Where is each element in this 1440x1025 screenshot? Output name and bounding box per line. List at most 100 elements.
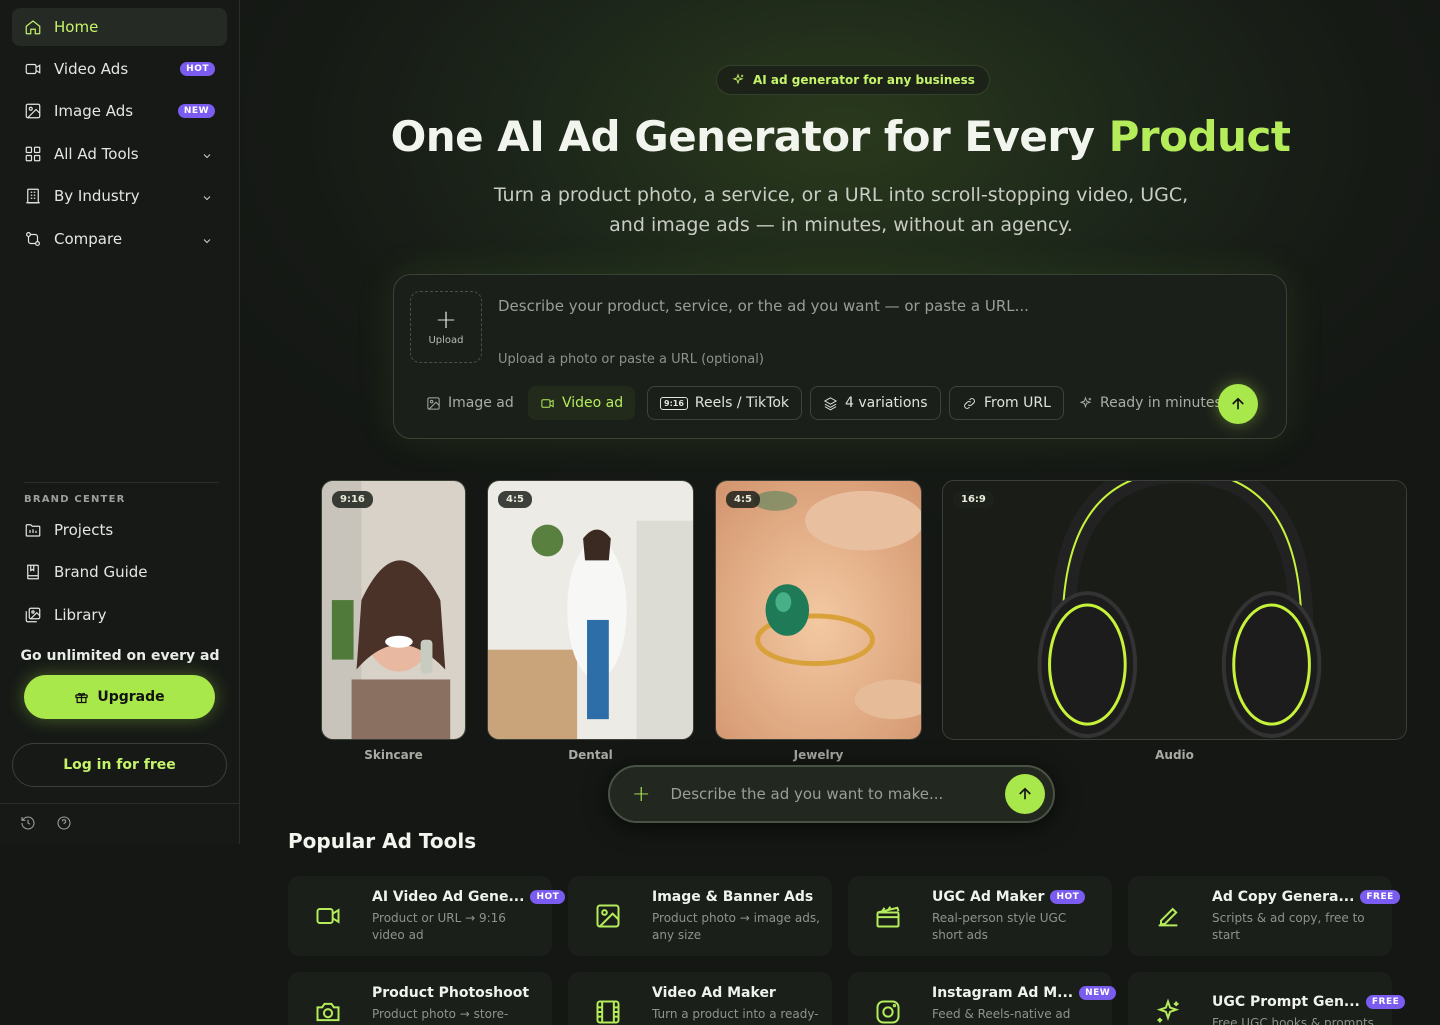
nav-brand-guide[interactable]: Brand Guide: [12, 553, 227, 591]
tool-card[interactable]: Ad Copy Genera... FREE Scripts & ad copy,…: [1128, 876, 1400, 956]
popular-tools-heading: Popular Ad Tools: [288, 829, 477, 853]
nav-all-ad-tools[interactable]: All Ad Tools: [12, 135, 227, 173]
sparkle-icon: [1154, 998, 1182, 1025]
gallery-card-dental[interactable]: 4:5: [487, 480, 694, 740]
chevron-down-icon[interactable]: [201, 190, 213, 202]
sparkle-icon: [1078, 395, 1093, 411]
tool-card[interactable]: UGC Ad Maker HOT Real-person style UGC sh…: [848, 876, 1112, 956]
layers-icon: [823, 396, 838, 411]
nav-video-ads[interactable]: Video Ads HOT: [12, 50, 227, 88]
tool-name: Ad Copy Genera...: [1212, 889, 1355, 905]
tool-title: UGC Ad Maker HOT: [932, 889, 1086, 905]
free-badge: FREE: [1360, 890, 1400, 904]
divider: [0, 803, 240, 804]
library-icon: [24, 606, 42, 624]
video-ad-toggle[interactable]: Video ad: [528, 386, 636, 420]
hot-badge: HOT: [530, 890, 566, 904]
login-button[interactable]: Log in for free: [12, 743, 227, 787]
plus-icon[interactable]: +: [632, 782, 650, 807]
tool-card[interactable]: Instagram Ad M... NEW Feed & Reels-native…: [848, 972, 1117, 1025]
nav-projects[interactable]: Projects: [12, 511, 227, 549]
nav-label: Compare: [54, 230, 123, 248]
tool-title: Video Ad Maker: [652, 985, 776, 1001]
gift-icon: [74, 690, 89, 705]
tool-card[interactable]: Product Photoshoot Product photo → store…: [288, 972, 552, 1025]
tool-name: UGC Ad Maker: [932, 889, 1045, 905]
dental-image: [488, 481, 693, 739]
floating-prompt-bar[interactable]: + Describe the ad you want to make...: [608, 765, 1055, 823]
ratio-tag: 9:16: [660, 396, 688, 410]
prompt-hint: Upload a photo or paste a URL (optional): [498, 352, 764, 367]
jewelry-image: [716, 481, 921, 739]
gallery-card-jewelry[interactable]: 4:5: [715, 480, 922, 740]
help-icon[interactable]: [56, 815, 74, 833]
upgrade-button[interactable]: Upgrade: [24, 675, 215, 719]
nav-by-industry[interactable]: By Industry: [12, 177, 227, 215]
ready-note: Ready in minutes: [1066, 386, 1234, 420]
gallery-card-audio[interactable]: 16:9: [942, 480, 1407, 740]
tool-name: Image & Banner Ads: [652, 889, 814, 905]
gallery-card-skincare[interactable]: 9:16: [321, 480, 466, 740]
pen-icon: [1154, 902, 1182, 930]
hot-badge: HOT: [180, 62, 215, 76]
page-title: One AI Ad Generator for Every Product: [241, 112, 1440, 161]
chip-label: 4 variations: [845, 395, 928, 411]
film-icon: [594, 998, 622, 1025]
free-badge: FREE: [1365, 995, 1406, 1009]
tool-desc: Free UGC hooks & prompts: [1212, 1016, 1374, 1025]
prompt-input[interactable]: Describe your product, service, or the a…: [498, 297, 1029, 315]
tool-title: AI Video Ad Gene... HOT: [372, 889, 566, 905]
grid-icon: [24, 145, 42, 163]
nav-home[interactable]: Home: [12, 8, 227, 46]
tool-card[interactable]: UGC Prompt Gen... FREE Free UGC hooks & p…: [1128, 972, 1406, 1025]
tool-desc: Product photo → image ads, any size: [652, 911, 820, 942]
floating-prompt-input[interactable]: Describe the ad you want to make...: [670, 785, 1005, 803]
tool-desc: Real-person style UGC short ads: [932, 911, 1067, 942]
ratio-badge: 4:5: [726, 491, 760, 508]
tool-card[interactable]: Video Ad Maker Turn a product into a rea…: [568, 972, 832, 1025]
unlimited-text: Go unlimited on every ad: [20, 648, 220, 664]
chip-label: Video ad: [562, 395, 624, 411]
submit-button[interactable]: [1218, 384, 1258, 424]
upload-label: Upload: [428, 334, 464, 346]
brand-center-title: BRAND CENTER: [24, 494, 126, 505]
tool-name: Video Ad Maker: [652, 985, 776, 1001]
card-caption: Audio: [1155, 748, 1194, 762]
chevron-down-icon[interactable]: [201, 233, 213, 245]
tool-desc: Feed & Reels-native ad: [932, 1007, 1071, 1021]
video-icon: [24, 60, 42, 78]
card-caption: Jewelry: [793, 748, 844, 762]
chip-label: Reels / TikTok: [694, 395, 789, 411]
from-url-button[interactable]: From URL: [949, 386, 1064, 420]
variations-select[interactable]: 4 variations: [810, 386, 941, 420]
nav-compare[interactable]: Compare: [12, 220, 227, 258]
nav-label: Brand Guide: [54, 563, 148, 581]
tool-card[interactable]: Image & Banner Ads Product photo → image…: [568, 876, 832, 956]
submit-button[interactable]: [1005, 774, 1045, 814]
upgrade-label: Upgrade: [97, 689, 165, 705]
format-select[interactable]: 9:16 Reels / TikTok: [647, 386, 802, 420]
nav-label: By Industry: [54, 187, 140, 205]
hot-badge: HOT: [1050, 890, 1086, 904]
prompt-box: + Upload Describe your product, service,…: [393, 274, 1287, 439]
card-caption: Dental: [568, 748, 613, 762]
nav-image-ads[interactable]: Image Ads NEW: [12, 92, 227, 130]
tool-card[interactable]: AI Video Ad Gene... HOT Product or URL → …: [288, 876, 566, 956]
history-icon[interactable]: [20, 815, 38, 833]
image-icon: [426, 396, 441, 411]
nav-library[interactable]: Library: [12, 596, 227, 634]
upload-button[interactable]: + Upload: [410, 291, 482, 363]
link-icon: [962, 396, 977, 411]
tool-desc: Product photo → store-: [372, 1007, 509, 1021]
arrow-up-icon: [1016, 785, 1034, 803]
image-ad-toggle[interactable]: Image ad: [414, 386, 526, 420]
camera-icon: [314, 998, 342, 1025]
new-badge: NEW: [177, 104, 215, 118]
tool-title: Instagram Ad M... NEW: [932, 985, 1117, 1001]
chevron-down-icon[interactable]: [201, 148, 213, 160]
building-icon: [24, 187, 42, 205]
tool-desc: Turn a product into a ready-: [652, 1007, 819, 1021]
hero-subtitle: Turn a product photo, a service, or a UR…: [493, 184, 1189, 236]
book-icon: [24, 563, 42, 581]
chip-label: Ready in minutes: [1100, 395, 1222, 411]
